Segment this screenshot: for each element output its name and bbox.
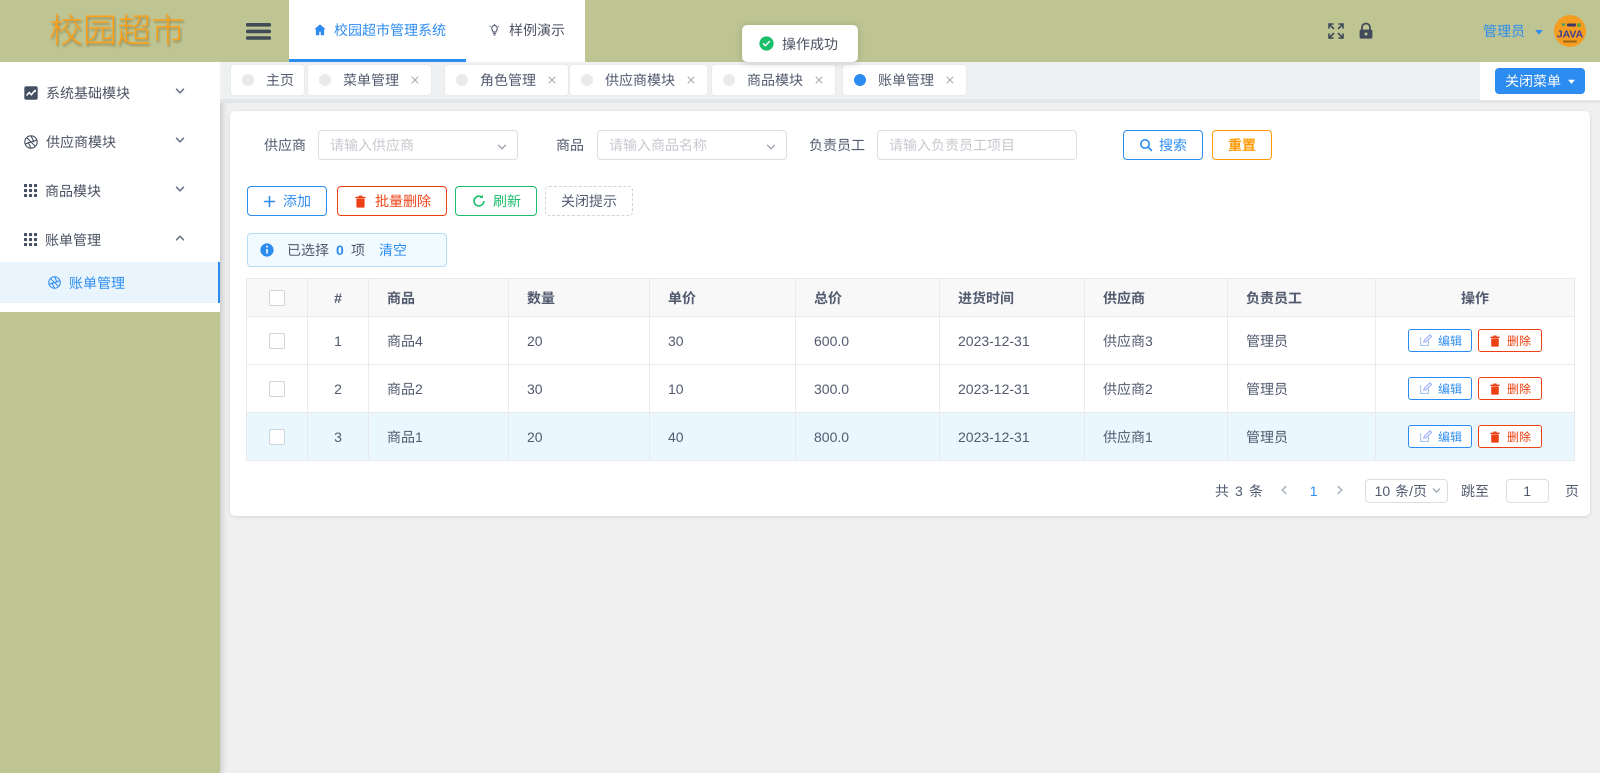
svg-text:JAVA: JAVA	[1557, 29, 1584, 41]
